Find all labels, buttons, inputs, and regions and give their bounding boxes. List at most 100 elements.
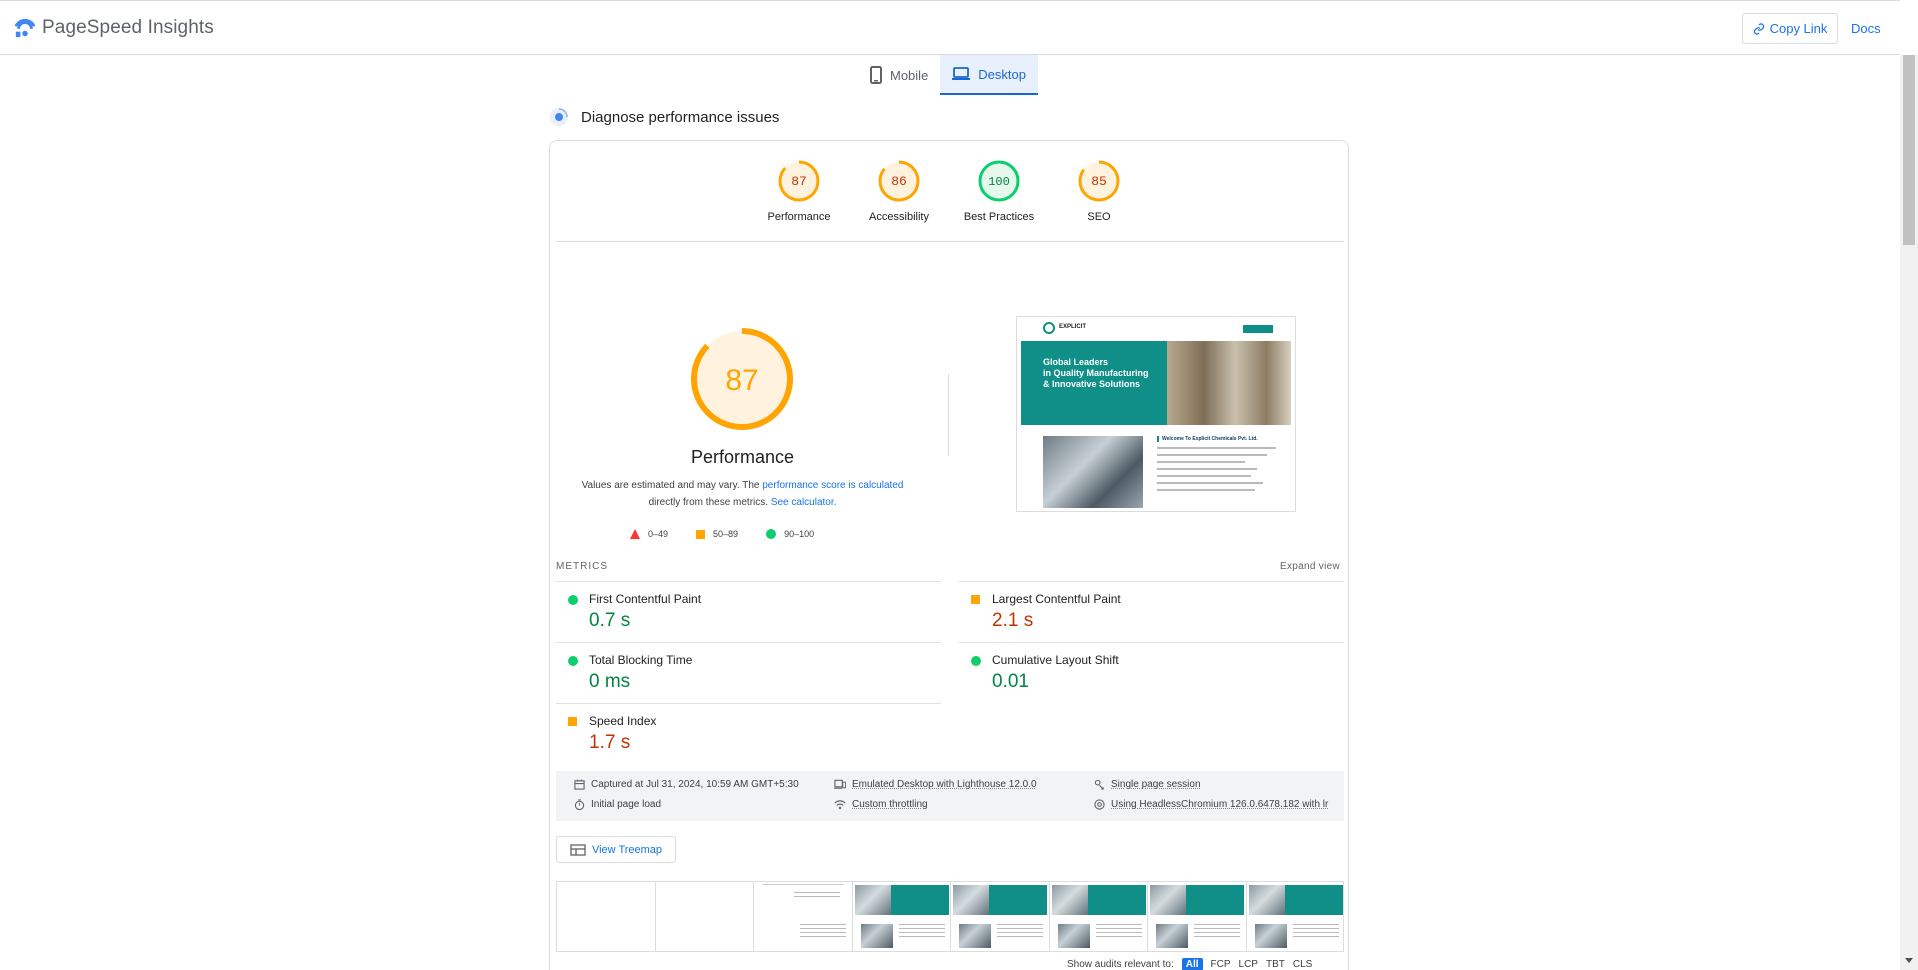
performance-description: Values are estimated and may vary. The p… xyxy=(570,477,915,511)
gauge-seo-ring: 85 xyxy=(1078,160,1120,202)
vertical-separator xyxy=(948,374,949,456)
performance-score-calc-link[interactable]: performance score is calculated xyxy=(762,480,903,491)
info-throttling[interactable]: Custom throttling xyxy=(834,799,928,810)
chrome-icon xyxy=(1094,799,1105,810)
copy-link-label: Copy Link xyxy=(1769,21,1828,36)
metric-fcp-value: 0.7 s xyxy=(589,610,631,631)
pass-circle-icon xyxy=(568,595,578,605)
average-square-icon xyxy=(971,595,980,604)
see-calculator-link[interactable]: See calculator. xyxy=(771,497,837,508)
filter-fcp[interactable]: FCP xyxy=(1211,959,1231,970)
performance-main-score: 87 xyxy=(725,364,758,397)
filter-tbt[interactable]: TBT xyxy=(1266,959,1285,970)
gauge-accessibility-score: 86 xyxy=(891,174,907,189)
metric-tbt: Total Blocking Time 0 ms xyxy=(556,642,941,702)
info-session-text: Single page session xyxy=(1111,779,1201,790)
filter-all[interactable]: All xyxy=(1181,958,1203,970)
filmstrip-frame xyxy=(1246,882,1343,951)
hero-line-2: in Quality Manufacturing xyxy=(1043,368,1149,378)
pagespeed-logo-icon xyxy=(14,18,36,38)
final-screenshot[interactable]: EXPLICIT Global Leaders in Quality Manuf… xyxy=(1016,316,1296,512)
info-emulated[interactable]: Emulated Desktop with Lighthouse 12.0.0 xyxy=(834,779,1037,790)
info-captured: Captured at Jul 31, 2024, 10:59 AM GMT+5… xyxy=(574,779,799,790)
filmstrip-frame xyxy=(655,882,754,951)
gauges-divider xyxy=(556,241,1344,242)
docs-link[interactable]: Docs xyxy=(1851,21,1881,36)
legend-average: 50–89 xyxy=(696,529,738,539)
link-icon xyxy=(1753,22,1764,35)
screenshot-welcome: Welcome To Explicit Chemicals Pvt. Ltd. xyxy=(1157,436,1258,442)
legend-pass: 90–100 xyxy=(766,529,814,539)
gauge-accessibility-label: Accessibility xyxy=(869,211,929,223)
gauge-accessibility-ring: 86 xyxy=(878,160,920,202)
category-gauges: 87 Performance 86 Accessibility 100 Best… xyxy=(550,159,1348,223)
info-browser[interactable]: Using HeadlessChromium 126.0.6478.182 wi… xyxy=(1094,799,1328,810)
view-treemap-button[interactable]: View Treemap xyxy=(556,836,676,863)
gauge-performance[interactable]: 87 Performance xyxy=(749,159,849,223)
filmstrip-frame xyxy=(951,882,1050,951)
performance-main-gauge: 87 xyxy=(691,328,793,430)
app-title: PageSpeed Insights xyxy=(42,17,214,38)
screenshot-brand: EXPLICIT xyxy=(1059,324,1087,330)
metric-si-value: 1.7 s xyxy=(589,732,631,753)
legend-fail: 0–49 xyxy=(630,529,668,539)
metric-cls-value: 0.01 xyxy=(992,671,1029,692)
gauge-performance-ring: 87 xyxy=(778,160,820,202)
top-app-bar: PageSpeed Insights Copy Link Docs xyxy=(0,0,1900,55)
page-scrollbar[interactable] xyxy=(1900,55,1918,970)
screenshot-navbar: EXPLICIT xyxy=(1017,317,1295,339)
legend-fail-range: 0–49 xyxy=(648,529,669,539)
performance-title: Performance xyxy=(690,447,795,467)
score-legend: 0–49 50–89 90–100 xyxy=(630,529,842,539)
device-icon xyxy=(834,779,846,789)
filmstrip-frame xyxy=(852,882,951,951)
view-treemap-label: View Treemap xyxy=(591,843,663,856)
metric-tbt-value: 0 ms xyxy=(589,671,631,692)
gauge-performance-score: 87 xyxy=(791,174,807,189)
filmstrip-frame xyxy=(1049,882,1148,951)
info-initial-load: Initial page load xyxy=(574,799,661,810)
diagnose-section-heading: Diagnose performance issues xyxy=(549,107,779,127)
info-browser-text: Using HeadlessChromium 126.0.6478.182 wi… xyxy=(1111,799,1329,810)
filmstrip xyxy=(556,881,1344,952)
gauge-best-practices-score: 100 xyxy=(988,175,1010,189)
average-square-icon xyxy=(568,717,577,726)
diagnose-icon xyxy=(550,108,568,126)
audit-filter-label: Show audits relevant to: xyxy=(1067,959,1174,970)
gauge-performance-label: Performance xyxy=(767,211,831,223)
scroll-down-arrow-icon[interactable] xyxy=(1905,958,1913,963)
info-initial-load-text: Initial page load xyxy=(591,799,662,810)
info-throttling-text: Custom throttling xyxy=(852,799,928,810)
info-emulated-text: Emulated Desktop with Lighthouse 12.0.0 xyxy=(852,779,1037,790)
gauge-best-practices[interactable]: 100 Best Practices xyxy=(949,159,1049,223)
treemap-icon xyxy=(570,843,586,856)
hero-line-3: & Innovative Solutions xyxy=(1043,379,1141,389)
metric-fcp-name: First Contentful Paint xyxy=(589,592,702,606)
metric-fcp: First Contentful Paint 0.7 s xyxy=(556,581,941,641)
psi-logo[interactable]: PageSpeed Insights xyxy=(14,17,214,39)
screenshot-text-lines xyxy=(1157,447,1282,496)
expand-view-toggle[interactable]: Expand view xyxy=(1280,561,1340,572)
tab-desktop[interactable]: Desktop xyxy=(940,55,1038,95)
pass-circle-icon xyxy=(971,656,981,666)
tab-mobile-label: Mobile xyxy=(890,67,929,83)
gauge-seo[interactable]: 85 SEO xyxy=(1049,159,1149,223)
session-icon xyxy=(1094,779,1104,790)
filter-cls[interactable]: CLS xyxy=(1293,959,1312,970)
metric-lcp: Largest Contentful Paint 2.1 s xyxy=(959,581,1344,641)
device-tabs: Mobile Desktop xyxy=(858,55,1038,95)
info-session[interactable]: Single page session xyxy=(1094,779,1201,790)
gauge-seo-score: 85 xyxy=(1091,174,1107,189)
timer-icon xyxy=(574,799,585,810)
tab-desktop-label: Desktop xyxy=(978,66,1026,82)
filter-lcp[interactable]: LCP xyxy=(1239,959,1258,970)
copy-link-button[interactable]: Copy Link xyxy=(1742,13,1838,44)
gauge-best-practices-ring: 100 xyxy=(978,160,1020,202)
tab-mobile[interactable]: Mobile xyxy=(858,55,940,95)
metric-cls-name: Cumulative Layout Shift xyxy=(992,653,1119,667)
gauge-accessibility[interactable]: 86 Accessibility xyxy=(849,159,949,223)
metric-si-name: Speed Index xyxy=(589,714,657,728)
scrollbar-thumb[interactable] xyxy=(1903,55,1915,245)
legend-average-range: 50–89 xyxy=(713,529,739,539)
fail-triangle-icon xyxy=(630,529,640,539)
